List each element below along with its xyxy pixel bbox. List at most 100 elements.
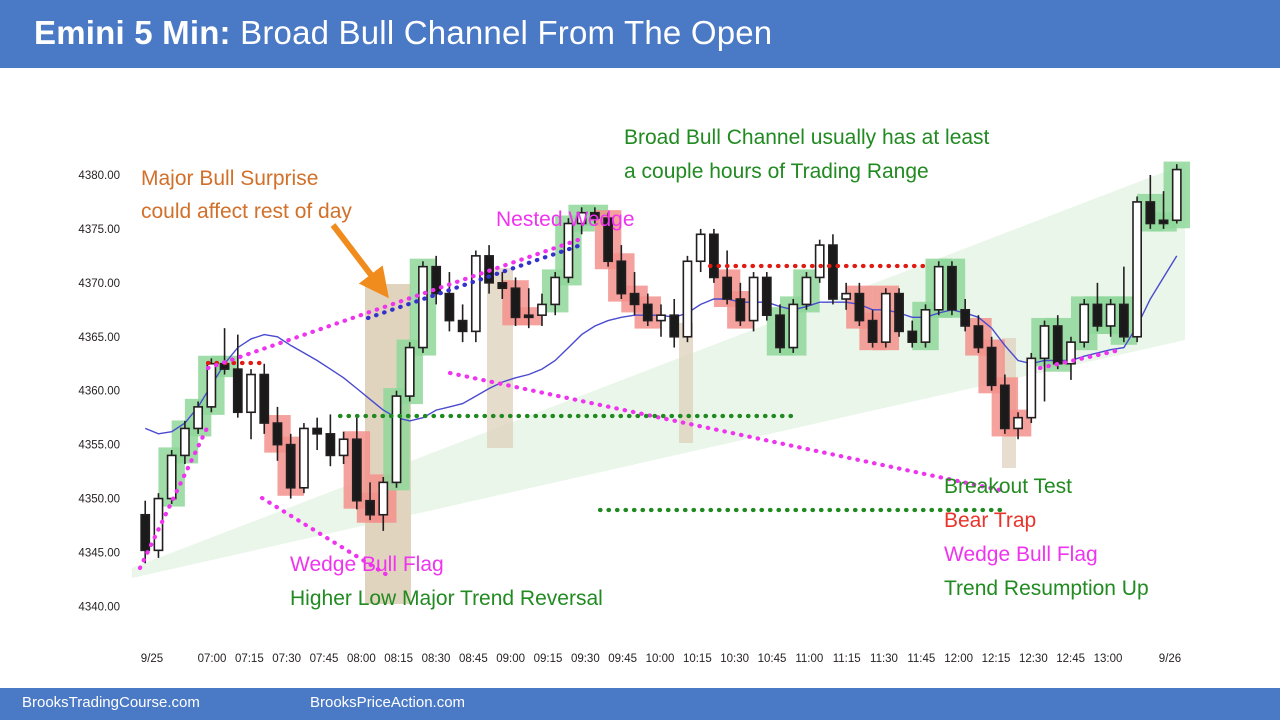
candle [722,250,733,305]
candle-body-bull [418,265,428,349]
candle [193,401,204,434]
x-axis-tick-label: 07:15 [235,653,264,665]
x-axis-labels: 9/25 07:00 07:15 07:30 07:45 08:00 08:15 08:30 0… [141,653,1181,665]
candle-body-bull [933,265,944,311]
footer-link-brooks-price-action[interactable]: BrooksPriceAction.com [310,694,465,711]
y-axis-tick-label: 4370.00 [78,278,120,290]
x-axis-tick-label: 10:00 [646,653,675,665]
x-axis-tick-label: 07:00 [198,653,227,665]
candle-body-bull [920,308,931,343]
candle-body-bear [629,292,640,306]
bull-surprise-arrow [330,223,389,299]
candle-body-bear [669,314,680,338]
candle [682,255,693,343]
x-axis-tick-label: 12:00 [944,653,973,665]
candle-body-bear [616,260,627,295]
candle-body-bull [166,454,177,500]
candle-body-bull [801,276,812,306]
candle-body-bear [259,373,270,424]
candle-body-bear [523,314,534,319]
candle-body-bear [232,368,243,414]
x-axis-tick-label: 09:15 [534,653,563,665]
candle [444,272,455,332]
candle-body-bull [814,244,825,279]
annotation-major-bull-surprise-line2: could affect rest of day [141,200,352,223]
candle [933,261,944,316]
x-axis-tick-label: 10:15 [683,653,712,665]
candle-body-bull [682,260,693,338]
candle [801,272,812,310]
candle-body-bull [695,233,706,263]
annotation-bear-trap: Bear Trap [944,509,1036,532]
candle-body-bull [153,497,164,552]
candle [457,304,468,343]
candle-body-bear [312,427,323,435]
y-axis-tick-label: 4340.00 [78,601,120,613]
footer-link-brooks-trading-course[interactable]: BrooksTradingCourse.com [22,694,200,711]
candle-body-bear [365,499,375,516]
candle-body-bull [1039,325,1050,360]
candle [312,417,323,451]
x-axis-tick-label: 08:15 [384,653,413,665]
candle [259,363,270,434]
candle-body-bear [325,433,336,457]
candle-body-bull [193,406,204,430]
annotation-higher-low-major-trend-reversal: Higher Low Major Trend Reversal [290,587,603,610]
candle [1171,164,1182,224]
x-axis-tick-label: 9/26 [1159,653,1181,665]
candle-body-bull [841,292,852,300]
candle [894,288,904,337]
y-axis-tick-label: 4365.00 [78,332,120,344]
candle-body-bear [907,330,918,343]
candle-body-bull [550,276,561,306]
candle [246,369,256,440]
candle-body-bull [391,395,402,484]
x-axis-tick-label: 09:30 [571,653,600,665]
candle [1079,299,1090,348]
y-axis-tick-label: 4375.00 [78,224,120,236]
page-title-rest: Broad Bull Channel From The Open [230,14,773,51]
candle-body-bear [960,308,971,327]
candle-body-bull [246,373,256,414]
candle [219,328,230,375]
candle-body-bear [828,244,838,300]
candle-body-bear [761,276,772,316]
candle [947,261,957,316]
chart-canvas: 4340.00 4345.00 4350.00 4355.00 4360.00 4365.… [0,68,1280,688]
candle-body-bear [709,233,719,279]
candle-body-bear [1145,201,1156,225]
candle-body-bear [999,384,1010,430]
candle-body-bull [180,427,190,457]
annotation-wedge-bull-flag-left: Wedge Bull Flag [290,553,444,576]
annotation-wedge-bull-flag-right: Wedge Bull Flag [944,543,1098,566]
x-axis-tick-label: 11:15 [833,653,861,665]
y-axis-tick-label: 4355.00 [78,440,120,452]
x-axis-tick-label: 08:45 [459,653,488,665]
candle-body-bear [444,292,455,322]
candle [788,299,799,353]
x-axis-tick-label: 10:45 [758,653,787,665]
candle [1026,352,1037,424]
candle-body-bear [722,276,733,300]
footer-bar: BrooksTradingCourse.com BrooksPriceActio… [0,688,1280,720]
candle-body-bear [973,325,984,349]
candle [299,423,309,494]
candle-body-bear [1158,219,1169,225]
candle-body-bull [1026,357,1037,419]
candle-body-bull [338,438,349,457]
x-axis-tick-label: 07:45 [310,653,339,665]
candle [391,390,402,488]
candle [761,272,772,321]
candle [695,228,706,273]
candle-body-bull [1013,416,1023,430]
x-axis-tick-label: 07:30 [272,653,301,665]
candle-body-bear [1052,325,1063,365]
candle-body-bull [1105,303,1116,327]
x-axis-tick-label: 11:45 [907,653,935,665]
candle [166,450,177,504]
candle-body-bear [351,438,362,502]
candle-body-bull [880,292,891,343]
candle [418,261,428,353]
candle-body-bull [378,481,389,516]
annotation-broad-bull-channel-line1: Broad Bull Channel usually has at least [624,126,990,149]
